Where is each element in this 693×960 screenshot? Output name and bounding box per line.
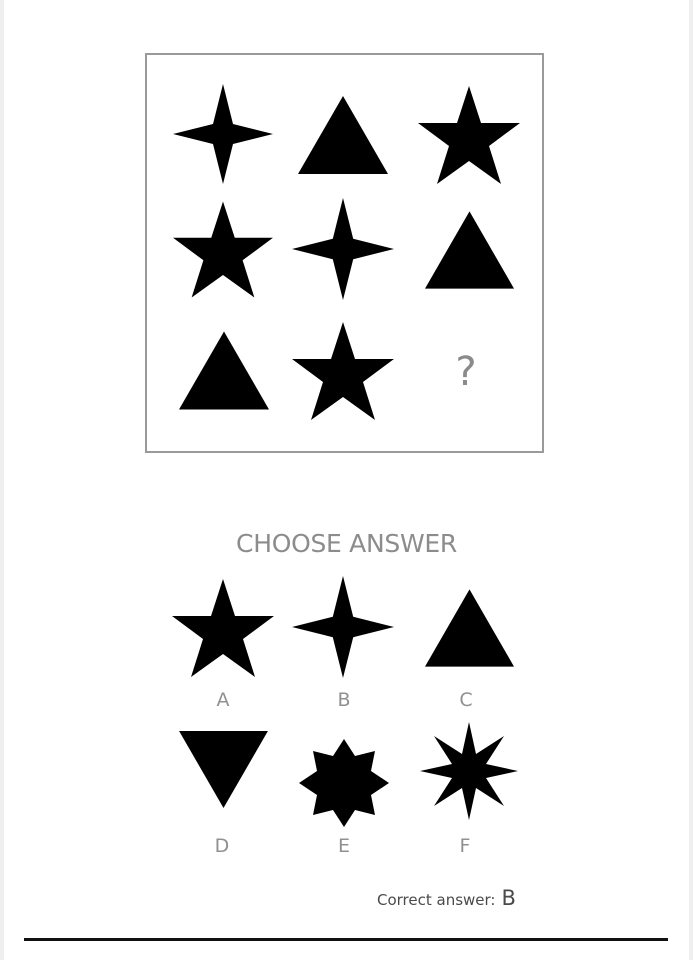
option-c-label[interactable]: C xyxy=(446,688,486,712)
puzzle-cell-2-triangle-icon xyxy=(298,96,388,174)
puzzle-cell-6-triangle-icon xyxy=(425,211,514,289)
option-b-four-point-star-icon[interactable] xyxy=(292,576,394,678)
option-c-triangle-icon[interactable] xyxy=(425,589,514,667)
option-b-label[interactable]: B xyxy=(324,688,364,712)
correct-answer-prefix: Correct answer: xyxy=(377,891,496,909)
left-frame-border xyxy=(0,0,4,960)
puzzle-cell-8-five-point-star-icon xyxy=(292,322,394,420)
puzzle-cell-7-triangle-icon xyxy=(179,331,269,410)
correct-answer: Correct answer: B xyxy=(377,884,516,914)
right-frame-border xyxy=(689,0,693,960)
puzzle-cell-5-four-point-star-icon xyxy=(292,198,394,300)
option-f-label[interactable]: F xyxy=(445,834,485,858)
puzzle-cell-3-five-point-star-icon xyxy=(418,86,520,184)
correct-answer-value: B xyxy=(501,886,516,910)
option-e-label[interactable]: E xyxy=(324,834,364,858)
bottom-divider xyxy=(24,938,668,941)
puzzle-cell-4-five-point-star-icon xyxy=(173,201,273,298)
option-d-label[interactable]: D xyxy=(202,834,242,858)
puzzle-cell-9-question-mark: ? xyxy=(455,349,477,395)
puzzle-cell-1-four-point-star-icon xyxy=(173,84,273,184)
option-a-label[interactable]: A xyxy=(203,688,243,712)
option-a-five-point-star-icon[interactable] xyxy=(172,579,274,677)
option-f-spiky-star-icon[interactable] xyxy=(420,722,518,820)
option-d-inverted-triangle-icon[interactable] xyxy=(179,731,268,808)
option-e-eight-point-star-icon[interactable] xyxy=(299,739,389,827)
choose-answer-title: CHOOSE ANSWER xyxy=(236,529,457,558)
